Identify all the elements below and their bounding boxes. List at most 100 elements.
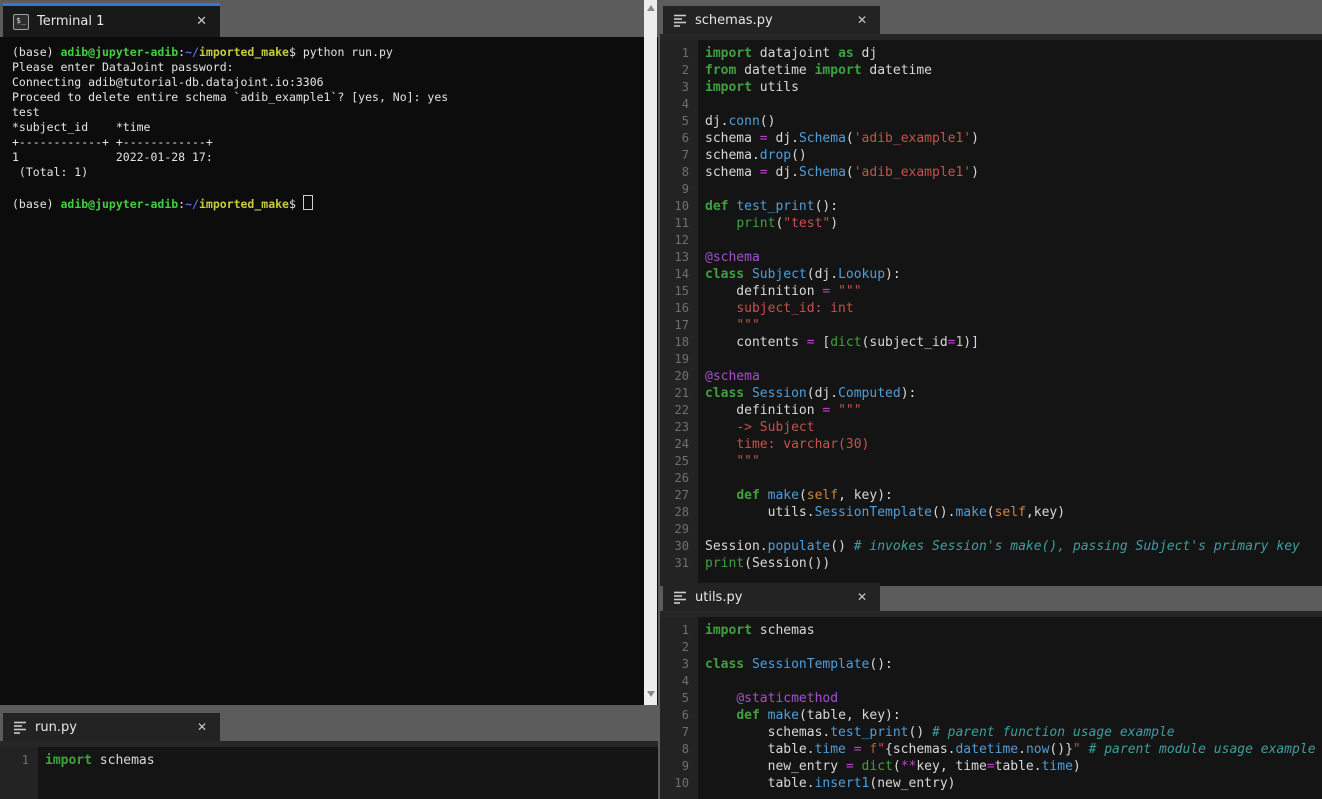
code-line: 7 schema.drop() — [660, 147, 1322, 164]
file-icon — [674, 14, 686, 27]
code-token: @staticmethod — [736, 691, 839, 706]
terminal-line: Proceed to delete entire schema `adib_ex… — [12, 90, 636, 105]
code-token: f" — [869, 742, 886, 757]
code-token: populate — [767, 539, 831, 554]
code-token: class — [705, 657, 745, 672]
code-text: table.time = f"{schemas.datetime.now()}"… — [698, 741, 1316, 758]
code-token: = — [853, 742, 862, 757]
code-token: make — [955, 505, 987, 520]
code-token: Schema — [798, 165, 846, 180]
line-number: 6 — [681, 708, 689, 722]
tab-terminal-1[interactable]: $_ Terminal 1 ✕ — [3, 3, 220, 37]
code-token: schema — [705, 131, 760, 146]
code-token: 'adib_example1' — [853, 131, 972, 146]
code-text: -> Subject — [698, 419, 815, 436]
code-line: 12 — [660, 232, 1322, 249]
line-number: 2 — [681, 640, 689, 654]
scroll-up-icon[interactable] — [647, 5, 655, 11]
line-number: 25 — [674, 454, 689, 468]
code-line: 6 def make(table, key): — [660, 707, 1322, 724]
code-token: ** — [900, 759, 917, 774]
code-text: @schema — [698, 368, 760, 385]
terminal-text: (base) — [12, 45, 61, 59]
terminal-text: $ python run.py — [288, 45, 393, 59]
code-token: as — [838, 46, 854, 61]
code-line: 27 def make(self, key): — [660, 487, 1322, 504]
code-token: definition — [705, 284, 823, 299]
code-token: """ — [838, 284, 862, 299]
code-token: ): — [900, 386, 917, 401]
code-token: Session — [751, 386, 807, 401]
terminal-line: (base) adib@jupyter-adib:~/imported_make… — [12, 45, 636, 60]
line-number: 4 — [681, 97, 689, 111]
line-number: 30 — [674, 539, 689, 553]
code-token: ,key) — [1025, 505, 1066, 520]
tab-run-py[interactable]: run.py ✕ — [3, 713, 220, 741]
terminal-line: (Total: 1) — [12, 165, 636, 180]
code-token: Lookup — [838, 267, 886, 282]
line-number: 16 — [674, 301, 689, 315]
terminal-output[interactable]: (base) adib@jupyter-adib:~/imported_make… — [0, 37, 658, 705]
terminal-text: (base) — [12, 197, 61, 211]
line-number: 13 — [674, 250, 689, 264]
code-token: utils. — [705, 505, 815, 520]
line-number: 3 — [681, 657, 689, 671]
line-number: 24 — [674, 437, 689, 451]
code-text: Session.populate() # invokes Session's m… — [698, 538, 1300, 555]
code-token: dj. — [705, 114, 729, 129]
run-py-editor[interactable]: 1 import schemas — [0, 747, 658, 799]
terminal-text: Please enter DataJoint password: — [12, 60, 234, 74]
code-text: definition = """ — [698, 283, 862, 300]
code-text: schema = dj.Schema('adib_example1') — [698, 164, 979, 181]
close-icon[interactable]: ✕ — [854, 590, 870, 604]
scroll-down-icon[interactable] — [647, 691, 655, 697]
utils-py-editor[interactable]: 1 import schemas 2 3 class SessionTemplate()… — [660, 617, 1322, 799]
code-token: -> Subject — [736, 420, 815, 435]
code-token: (): — [869, 657, 893, 672]
schemas-py-editor[interactable]: 1 import datajoint as dj 2 from datetime im… — [660, 40, 1322, 586]
code-token: (dj. — [806, 267, 839, 282]
terminal-scrollbar[interactable] — [644, 0, 657, 705]
code-token: schemas — [91, 753, 155, 768]
terminal-text: 1 2022-01-28 17: — [12, 150, 213, 164]
code-text: import utils — [698, 79, 799, 96]
code-line: 9 — [660, 181, 1322, 198]
code-token: from — [705, 63, 737, 78]
code-token: (): — [814, 199, 839, 214]
code-token: self — [806, 488, 839, 503]
code-token: ( — [986, 505, 995, 520]
line-number: 10 — [674, 199, 689, 213]
terminal-text: adib@jupyter-adib — [60, 197, 179, 211]
terminal-text: ~/ — [185, 197, 199, 211]
line-number: 1 — [681, 46, 689, 60]
code-token: SessionTemplate — [814, 505, 932, 520]
code-token: make — [767, 708, 799, 723]
code-line: 3 import utils — [660, 79, 1322, 96]
code-token: import — [705, 623, 752, 638]
code-token: ) — [1072, 759, 1081, 774]
terminal-text: Proceed to delete entire schema `adib_ex… — [12, 90, 449, 104]
code-token: (subject_id — [861, 335, 948, 350]
line-number: 18 — [674, 335, 689, 349]
code-token: (Session()) — [744, 556, 831, 571]
terminal-tabbar: $_ Terminal 1 ✕ — [0, 0, 658, 37]
line-number: 6 — [681, 131, 689, 145]
code-token: insert1 — [814, 776, 870, 791]
tab-schemas-py[interactable]: schemas.py ✕ — [663, 6, 880, 34]
code-text: class Session(dj.Computed): — [698, 385, 916, 402]
file-icon — [674, 591, 686, 604]
close-icon[interactable]: ✕ — [194, 720, 210, 734]
tab-utils-py[interactable]: utils.py ✕ — [663, 583, 880, 611]
close-icon[interactable]: ✕ — [193, 14, 210, 29]
code-token: dj — [853, 46, 878, 61]
code-text: def make(self, key): — [698, 487, 893, 504]
line-number: 26 — [674, 471, 689, 485]
code-token: 'adib_example1' — [853, 165, 972, 180]
close-icon[interactable]: ✕ — [854, 13, 870, 27]
